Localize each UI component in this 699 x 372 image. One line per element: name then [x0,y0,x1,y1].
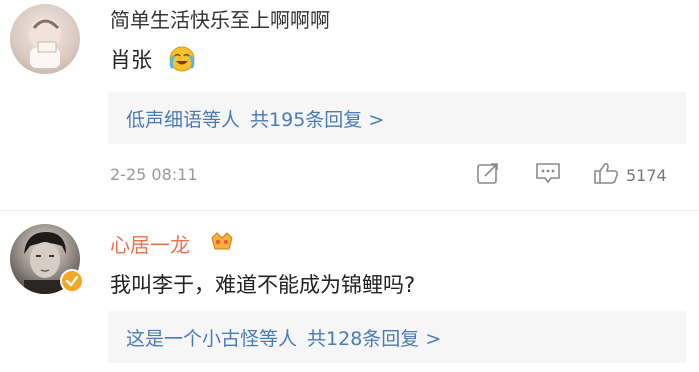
comment-button[interactable] [534,160,562,190]
verified-badge-icon [60,269,84,293]
reply-count: 共195条回复 > [250,108,385,131]
reply-names: 这是一个小古怪等人 [126,327,298,350]
crying-laugh-emoji-icon [168,45,196,73]
username[interactable]: 心居一龙 [110,229,190,258]
reply-names: 低声细语等人 [126,108,241,131]
thumbs-up-icon [592,160,620,190]
comment-item: 心居一龙 我叫李于，难道不能成为锦鲤吗? 这是一个小古怪等人 共128条回复 > [0,210,699,372]
avatar[interactable] [10,4,80,74]
comment-icon [534,160,562,190]
share-icon [475,160,501,190]
vip-crown-icon [210,229,234,253]
like-button[interactable]: 5174 [592,160,667,190]
replies-summary[interactable]: 这是一个小古怪等人 共128条回复 > [108,311,686,363]
comment-time: 2-25 08:11 [110,165,198,184]
username[interactable]: 简单生活快乐至上啊啊啊 [110,4,330,33]
reply-count: 共128条回复 > [307,327,442,350]
comment-text: 肖张 [110,48,152,72]
share-button[interactable] [475,160,501,190]
comment-item: 简单生活快乐至上啊啊啊 肖张 低声细语等人 共195条回复 > 2-25 08:… [0,0,699,210]
comment-text: 我叫李于，难道不能成为锦鲤吗? [110,273,416,297]
replies-summary[interactable]: 低声细语等人 共195条回复 > [108,92,686,144]
like-count: 5174 [626,165,667,185]
